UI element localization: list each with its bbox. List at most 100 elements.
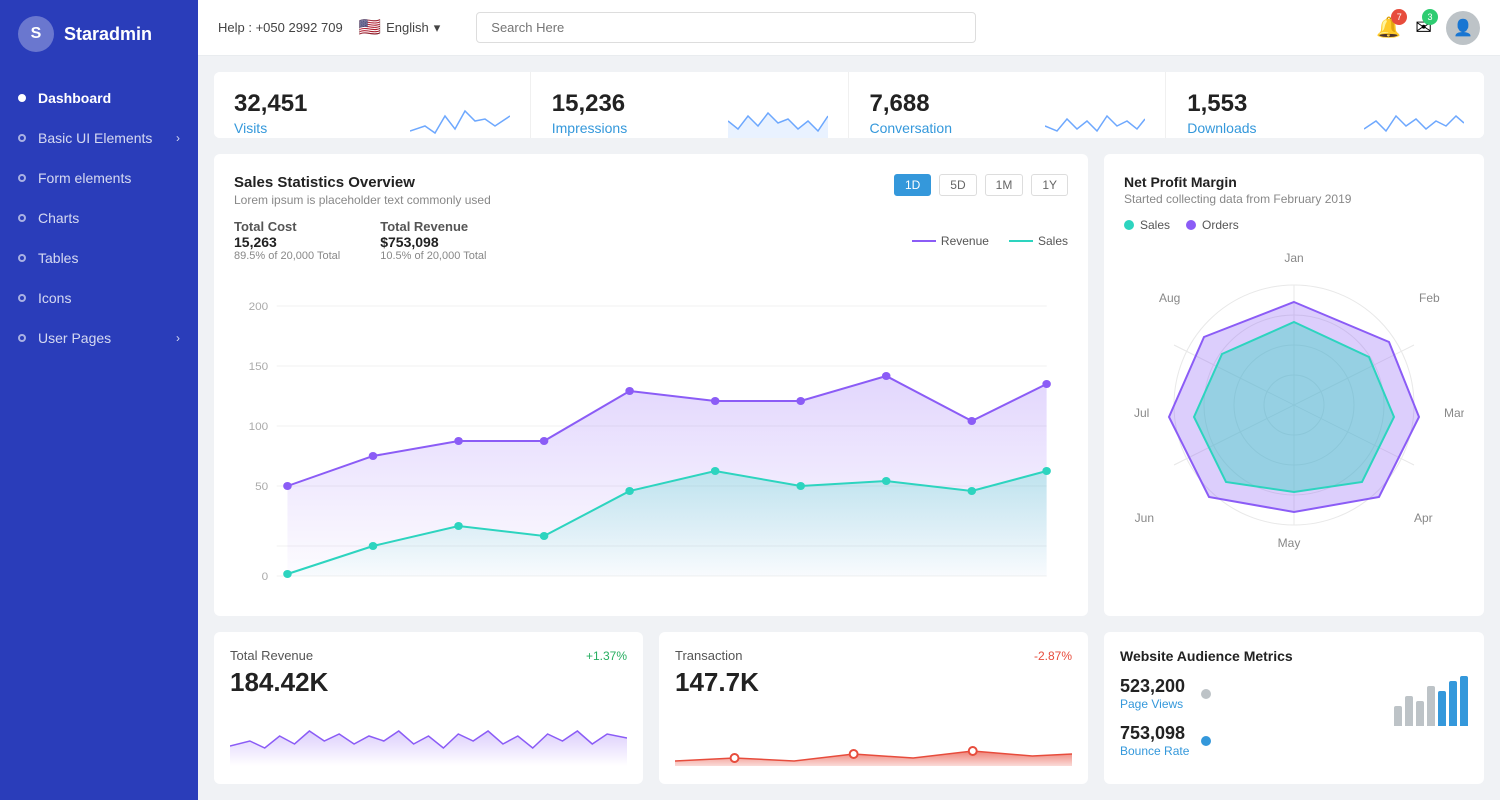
legend-sales-text: Sales <box>1140 218 1170 232</box>
sidebar-item-label: Basic UI Elements <box>38 130 152 146</box>
sparkline-visits <box>410 101 510 138</box>
transaction-sparkline <box>675 706 1072 766</box>
svg-text:Feb: Feb <box>1419 291 1440 305</box>
radar-subtitle: Started collecting data from February 20… <box>1124 192 1464 206</box>
total-revenue-label: Total Revenue <box>380 219 486 234</box>
bottom-row: Total Revenue +1.37% 184.42K <box>214 632 1484 784</box>
stat-label: Visits <box>234 120 320 136</box>
metric-bouncerate: 753,098 Bounce Rate <box>1120 723 1211 758</box>
logo-icon: S <box>18 16 54 52</box>
sidebar-item-label: User Pages <box>38 330 111 346</box>
ctrl-1m[interactable]: 1M <box>985 174 1024 196</box>
sidebar-item-basic-ui[interactable]: Basic UI Elements › <box>0 118 198 158</box>
sidebar-item-tables[interactable]: Tables <box>0 238 198 278</box>
ctrl-5d[interactable]: 5D <box>939 174 976 196</box>
ctrl-1d[interactable]: 1D <box>894 174 931 196</box>
metric-label: Bounce Rate <box>1120 744 1189 758</box>
chart-stats: Total Cost 15,263 89.5% of 20,000 Total … <box>234 219 1068 262</box>
flag-icon: 🇺🇸 <box>359 17 381 38</box>
legend-orders: Orders <box>1186 218 1239 232</box>
metric-value: 523,200 <box>1120 676 1185 697</box>
nav-dot <box>18 334 26 342</box>
middle-row: Sales Statistics Overview Lorem ipsum is… <box>214 154 1484 616</box>
logo-text: Staradmin <box>64 24 152 45</box>
sidebar-item-icons[interactable]: Icons <box>0 278 198 318</box>
svg-text:0: 0 <box>262 571 269 583</box>
header: Help : +050 2992 709 🇺🇸 English ▾ 🔔 7 ✉ … <box>198 0 1500 56</box>
legend-sales: Sales <box>1009 234 1068 248</box>
stat-label: Conversation <box>870 120 956 136</box>
chart-controls: 1D 5D 1M 1Y <box>894 174 1068 196</box>
sales-line-chart: 200 150 100 50 0 <box>234 276 1068 596</box>
message-button[interactable]: ✉ 3 <box>1415 15 1432 40</box>
total-revenue-sub: 10.5% of 20,000 Total <box>380 250 486 262</box>
stat-value: 15,236 <box>552 90 645 118</box>
bar <box>1438 691 1446 726</box>
sparkline-impressions <box>728 101 828 138</box>
mini-chart-value: 147.7K <box>675 667 1072 698</box>
logo[interactable]: S Staradmin <box>0 0 198 68</box>
stat-label: Impressions <box>552 120 645 136</box>
metric-label: Page Views <box>1120 697 1185 711</box>
svg-text:150: 150 <box>249 361 269 373</box>
radar-legend: Sales Orders <box>1124 218 1464 232</box>
metric-dot <box>1201 736 1211 746</box>
search-input[interactable] <box>476 12 976 43</box>
main-area: Help : +050 2992 709 🇺🇸 English ▾ 🔔 7 ✉ … <box>198 0 1500 800</box>
content: 32,451 Visits +14.00(+0.50%) 15,236 Impr… <box>198 56 1500 800</box>
nav-dot <box>18 94 26 102</box>
sidebar-item-user-pages[interactable]: User Pages › <box>0 318 198 358</box>
bar <box>1394 706 1402 726</box>
arrow-icon: › <box>176 131 180 145</box>
radar-title: Net Profit Margin <box>1124 174 1464 190</box>
bar <box>1460 676 1468 726</box>
stat-label: Downloads <box>1187 120 1280 136</box>
stat-value: 1,553 <box>1187 90 1280 118</box>
legend-revenue-label: Revenue <box>941 234 989 248</box>
mini-chart-change: -2.87% <box>1034 649 1072 663</box>
svg-text:200: 200 <box>249 301 269 313</box>
sidebar-item-dashboard[interactable]: Dashboard <box>0 78 198 118</box>
radar-chart-card: Net Profit Margin Started collecting dat… <box>1104 154 1484 616</box>
legend-sales: Sales <box>1124 218 1170 232</box>
sidebar-item-label: Tables <box>38 250 78 266</box>
message-badge: 3 <box>1422 9 1438 25</box>
search-bar[interactable] <box>476 12 976 43</box>
ctrl-1y[interactable]: 1Y <box>1031 174 1068 196</box>
user-menu[interactable]: 👤 <box>1446 11 1480 45</box>
sidebar-item-label: Dashboard <box>38 90 111 106</box>
notification-button[interactable]: 🔔 7 <box>1376 15 1401 40</box>
mini-chart-area <box>675 706 1072 766</box>
bar <box>1427 686 1435 726</box>
legend-orders-text: Orders <box>1202 218 1239 232</box>
bar-chart-mini <box>1394 676 1468 726</box>
total-revenue-card: Total Revenue +1.37% 184.42K <box>214 632 643 784</box>
transaction-card: Transaction -2.87% 147.7K <box>659 632 1088 784</box>
legend-dot-sales <box>1124 220 1134 230</box>
legend-sales-label: Sales <box>1038 234 1068 248</box>
metric-value: 753,098 <box>1120 723 1189 744</box>
sidebar-item-charts[interactable]: Charts <box>0 198 198 238</box>
mini-chart-area <box>230 706 627 766</box>
stat-card-impressions: 15,236 Impressions +138.97(+0.54%) <box>532 72 849 138</box>
help-text: Help : +050 2992 709 <box>218 20 343 35</box>
audience-metrics-card: Website Audience Metrics 523,200 Page Vi… <box>1104 632 1484 784</box>
svg-text:Mar: Mar <box>1444 406 1464 420</box>
sales-chart-card: Sales Statistics Overview Lorem ipsum is… <box>214 154 1088 616</box>
legend-revenue: Revenue <box>912 234 989 248</box>
sparkline-conversation <box>1045 101 1145 138</box>
svg-text:Apr: Apr <box>1414 511 1433 525</box>
chart-header: Sales Statistics Overview Lorem ipsum is… <box>234 174 1068 207</box>
revenue-sparkline <box>230 706 627 766</box>
chevron-down-icon: ▾ <box>434 20 441 36</box>
svg-text:May: May <box>1278 536 1301 550</box>
stat-card-downloads: 1,553 Downloads +138.97(+0.54%) <box>1167 72 1484 138</box>
nav-dot <box>18 174 26 182</box>
stat-value: 7,688 <box>870 90 956 118</box>
radar-svg: Jan Feb Mar Apr May Jun Jul Aug <box>1124 242 1464 562</box>
notification-badge: 7 <box>1391 9 1407 25</box>
language-selector[interactable]: 🇺🇸 English ▾ <box>359 17 441 38</box>
sidebar-item-form-elements[interactable]: Form elements <box>0 158 198 198</box>
nav-dot <box>18 254 26 262</box>
metric-pageviews: 523,200 Page Views <box>1120 676 1211 711</box>
